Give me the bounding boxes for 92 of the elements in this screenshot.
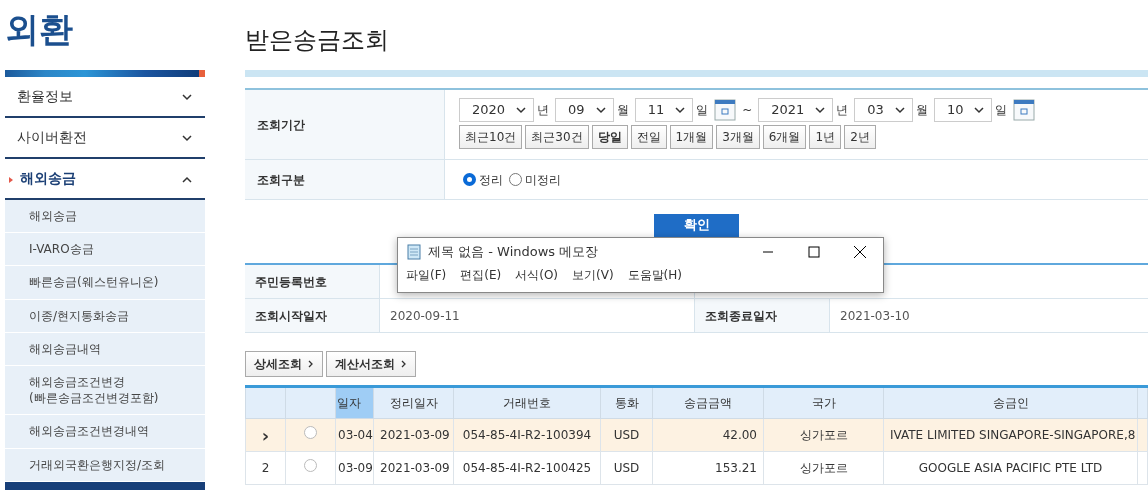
column-header: 국가 — [763, 386, 884, 419]
page-title: 받은송금조회 — [245, 25, 390, 56]
table-cell: 42.00 — [652, 418, 764, 452]
table-cell: USD — [600, 418, 653, 452]
menu-item[interactable]: 보기(V) — [572, 266, 614, 284]
period-button[interactable]: 전일 — [630, 125, 667, 149]
table-cell: GOOGLE ASIA PACIFIC PTE LTD — [883, 451, 1138, 485]
table-cell: USD — [600, 451, 653, 485]
window-title: 제목 없음 - Windows 메모장 — [428, 243, 599, 262]
table-cell: 2021-03-09 — [373, 451, 454, 485]
chevron-icon — [401, 360, 407, 368]
range-separator: ~ — [742, 102, 753, 119]
menu-item[interactable]: 편집(E) — [460, 266, 502, 284]
dropdown-icon — [515, 106, 528, 114]
column-header: 송금금액 — [652, 386, 764, 419]
date-select[interactable]: 10 — [933, 98, 993, 122]
sidebar-item[interactable]: I-VARO송금 — [5, 233, 205, 267]
period-button[interactable]: 3개월 — [716, 125, 760, 149]
menu-item[interactable]: 서식(O) — [515, 266, 559, 284]
radio-label: 미정리 — [525, 171, 561, 189]
period-button[interactable]: 2년 — [844, 125, 876, 149]
action-button[interactable]: 상세조회 — [245, 351, 323, 377]
sidebar-item[interactable]: 해외송금내역 — [5, 332, 205, 366]
table-cell: 싱가포르 — [763, 418, 884, 452]
unit-label: 일 — [696, 102, 709, 119]
period-button[interactable]: 1개월 — [669, 125, 714, 149]
sidebar-item[interactable]: 이종/현지통화송금 — [5, 299, 205, 333]
info-label: 주민등록번호 — [245, 265, 380, 298]
date-select[interactable]: 11 — [634, 98, 694, 122]
table-cell: 싱가포르 — [763, 451, 884, 485]
section-title: 외환 — [5, 8, 74, 51]
table-cell: 054-85-4I-R2-100394 — [453, 418, 601, 452]
info-label: 조회시작일자 — [245, 299, 380, 332]
dropdown-icon — [674, 106, 687, 114]
row-indicator: 2 — [245, 451, 286, 485]
period-button[interactable]: 최근30건 — [525, 125, 589, 149]
row-indicator: › — [245, 418, 286, 452]
calendar-icon[interactable] — [714, 99, 737, 121]
unit-label: 월 — [616, 102, 629, 119]
row-radio[interactable] — [304, 459, 317, 472]
unit-label: 일 — [995, 102, 1008, 119]
action-button[interactable]: 계산서조회 — [326, 351, 416, 377]
table-cell: 03-09 — [335, 451, 374, 485]
field-label: 조회구분 — [245, 160, 445, 199]
column-header: 통화 — [600, 386, 653, 419]
sidebar-item[interactable]: 해외송금조건변경내역 — [5, 415, 205, 449]
sidebar-item[interactable]: 해외송금 — [5, 200, 205, 234]
table-cell: 054-85-4I-R2-100425 — [453, 451, 601, 485]
expand-icon — [181, 92, 193, 101]
dropdown-icon — [814, 106, 827, 114]
info-label: 조회종료일자 — [695, 299, 830, 332]
field-label: 조회기간 — [245, 90, 445, 159]
dropdown-icon — [594, 106, 607, 114]
calendar-icon[interactable] — [1013, 99, 1036, 121]
table-cell: 2021-03-09 — [373, 418, 454, 452]
radio-button[interactable] — [463, 173, 476, 186]
notepad-icon — [406, 244, 422, 260]
column-header: 일자 — [335, 386, 374, 419]
column-header: 정리일자 — [373, 386, 454, 419]
dropdown-icon — [973, 106, 986, 114]
unit-label: 년 — [836, 102, 849, 119]
table-cell: IVATE LIMITED SINGAPORE-SINGAPORE,8 — [883, 418, 1138, 452]
date-select[interactable]: 03 — [854, 98, 913, 122]
column-header: 거래번호 — [453, 386, 601, 419]
marker-icon — [9, 177, 13, 183]
sidebar-menu[interactable]: 사이버환전 — [5, 118, 205, 159]
date-select[interactable]: 09 — [555, 98, 614, 122]
date-select[interactable]: 2020 — [459, 98, 535, 122]
radio-label: 정리 — [479, 171, 503, 189]
unit-label: 년 — [537, 102, 550, 119]
row-radio[interactable] — [304, 426, 317, 439]
period-button[interactable]: 당일 — [591, 125, 628, 149]
dropdown-icon — [893, 106, 906, 114]
menu-item[interactable]: 파일(F) — [406, 266, 447, 284]
period-button[interactable]: 최근10건 — [459, 125, 523, 149]
unit-label: 월 — [915, 102, 928, 119]
radio-button[interactable] — [509, 173, 522, 186]
sidebar-item[interactable]: 해외송금조건변경 (빠른송금조건변경포함) — [5, 365, 205, 416]
column-header: 송금인 — [883, 386, 1138, 419]
menu-item[interactable]: 도움말(H) — [627, 266, 682, 284]
chevron-icon — [308, 360, 314, 368]
info-value: 2021-03-10 — [839, 307, 911, 325]
period-button[interactable]: 6개월 — [762, 125, 807, 149]
period-button[interactable]: 1년 — [809, 125, 842, 149]
expand-icon — [181, 133, 193, 142]
sidebar-menu[interactable]: 환율정보 — [5, 77, 205, 118]
info-value: 2020-09-11 — [390, 307, 460, 325]
sidebar-item[interactable]: 빠른송금(웨스턴유니온) — [5, 266, 205, 300]
sidebar-item[interactable]: 거래외국환은행지정/조회 — [5, 448, 205, 482]
table-cell: 153.21 — [652, 451, 764, 485]
collapse-icon — [181, 174, 193, 183]
date-select[interactable]: 2021 — [758, 98, 834, 122]
